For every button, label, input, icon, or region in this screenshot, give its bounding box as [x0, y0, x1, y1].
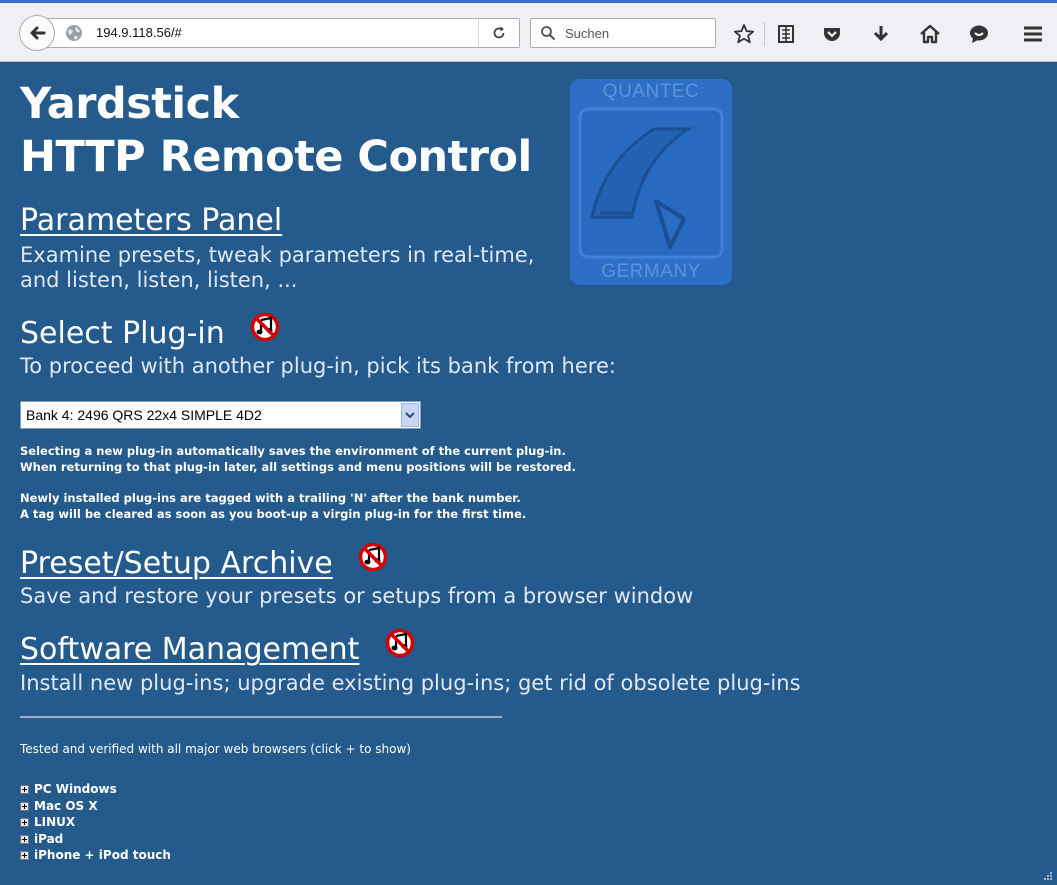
platform-item[interactable]: Mac OS X: [20, 798, 171, 815]
select-plugin-heading-text: Select Plug-in: [20, 316, 225, 351]
preset-setup-archive-link[interactable]: Preset/Setup Archive: [20, 546, 333, 581]
select-plugin-heading: Select Plug-in: [20, 312, 280, 352]
software-management-link[interactable]: Software Management: [20, 632, 359, 667]
expand-plus-icon[interactable]: [20, 851, 29, 860]
download-icon[interactable]: [869, 22, 893, 46]
menu-icon[interactable]: [1021, 22, 1045, 46]
parameters-desc: Examine presets, tweak parameters in rea…: [20, 243, 534, 293]
platform-item[interactable]: PC Windows: [20, 781, 171, 798]
select-plugin-desc: To proceed with another plug-in, pick it…: [20, 354, 616, 378]
platform-label: PC Windows: [34, 782, 117, 796]
page-content: Yardstick HTTP Remote Control QUANTEC GE…: [0, 62, 1057, 885]
plugin-tag-note-line-2: A tag will be cleared as soon as you boo…: [20, 507, 527, 521]
toolbar-divider: [764, 22, 765, 46]
globe-icon: [66, 25, 82, 41]
pocket-icon[interactable]: [820, 22, 844, 46]
back-arrow-icon: [30, 26, 46, 40]
page-title: Yardstick HTTP Remote Control: [20, 78, 532, 184]
logo-top-text: QUANTEC: [602, 81, 700, 102]
quantec-logo: QUANTEC GERMANY: [570, 79, 732, 285]
platform-item[interactable]: iPad: [20, 831, 171, 848]
archive-heading: Preset/Setup Archive: [20, 542, 388, 582]
no-audio-icon: [385, 628, 415, 658]
browser-toolbar: 194.9.118.56/# Suchen: [0, 0, 1057, 62]
home-icon[interactable]: [918, 22, 942, 46]
divider: [20, 716, 502, 718]
platform-label: Mac OS X: [34, 798, 98, 813]
resize-grip-icon[interactable]: [1043, 871, 1053, 881]
title-line-1: Yardstick: [20, 79, 239, 129]
search-input[interactable]: Suchen: [530, 18, 716, 48]
logo-bottom-text: GERMANY: [601, 261, 701, 282]
back-button[interactable]: [19, 15, 55, 51]
platform-label: iPad: [34, 831, 64, 846]
platform-label: iPhone + iPod touch: [34, 848, 171, 862]
address-bar[interactable]: 194.9.118.56/#: [40, 18, 520, 48]
plugin-bank-selected: Bank 4: 2496 QRS 22x4 SIMPLE 4D2: [26, 407, 262, 423]
archive-desc: Save and restore your presets or setups …: [20, 584, 694, 608]
no-audio-icon: [359, 542, 388, 572]
expand-plus-icon[interactable]: [20, 834, 29, 844]
search-icon: [541, 26, 556, 41]
bookmark-star-icon[interactable]: [732, 22, 756, 46]
parameters-heading: Parameters Panel: [20, 203, 282, 239]
platform-list: PC Windows Mac OS X LINUX iPad iPhone + …: [20, 781, 171, 864]
title-line-2: HTTP Remote Control: [20, 132, 532, 182]
software-desc: Install new plug-ins; upgrade existing p…: [20, 671, 801, 695]
plugin-tag-note-line-1: Newly installed plug-ins are tagged with…: [20, 491, 521, 505]
chat-icon[interactable]: [967, 22, 991, 46]
plugin-save-note-line-1: Selecting a new plug-in automatically sa…: [20, 444, 566, 458]
parameters-panel-link[interactable]: Parameters Panel: [20, 203, 282, 238]
parameters-desc-line-2: and listen, listen, listen, ...: [20, 268, 298, 292]
no-audio-icon: [251, 312, 280, 342]
software-heading: Software Management: [20, 628, 415, 668]
expand-plus-icon[interactable]: [20, 801, 29, 811]
search-placeholder: Suchen: [565, 26, 610, 41]
platform-item[interactable]: iPhone + iPod touch: [20, 847, 171, 864]
plugin-bank-select[interactable]: Bank 4: 2496 QRS 22x4 SIMPLE 4D2: [20, 401, 421, 429]
logo-emblem-icon: [578, 107, 724, 259]
plugin-save-note-line-2: When returning to that plug-in later, al…: [20, 460, 576, 474]
chevron-down-icon[interactable]: [401, 403, 419, 427]
plugin-tag-note: Newly installed plug-ins are tagged with…: [20, 490, 526, 522]
platform-label: LINUX: [34, 815, 76, 829]
reading-list-icon[interactable]: [774, 22, 798, 46]
plugin-save-note: Selecting a new plug-in automatically sa…: [20, 443, 576, 475]
expand-plus-icon[interactable]: [20, 785, 29, 794]
parameters-desc-line-1: Examine presets, tweak parameters in rea…: [20, 243, 535, 267]
url-text: 194.9.118.56/#: [96, 25, 182, 40]
tested-browsers-text: Tested and verified with all major web b…: [20, 742, 411, 756]
platform-item[interactable]: LINUX: [20, 814, 171, 831]
expand-plus-icon[interactable]: [20, 818, 29, 827]
reload-icon[interactable]: [478, 19, 519, 47]
